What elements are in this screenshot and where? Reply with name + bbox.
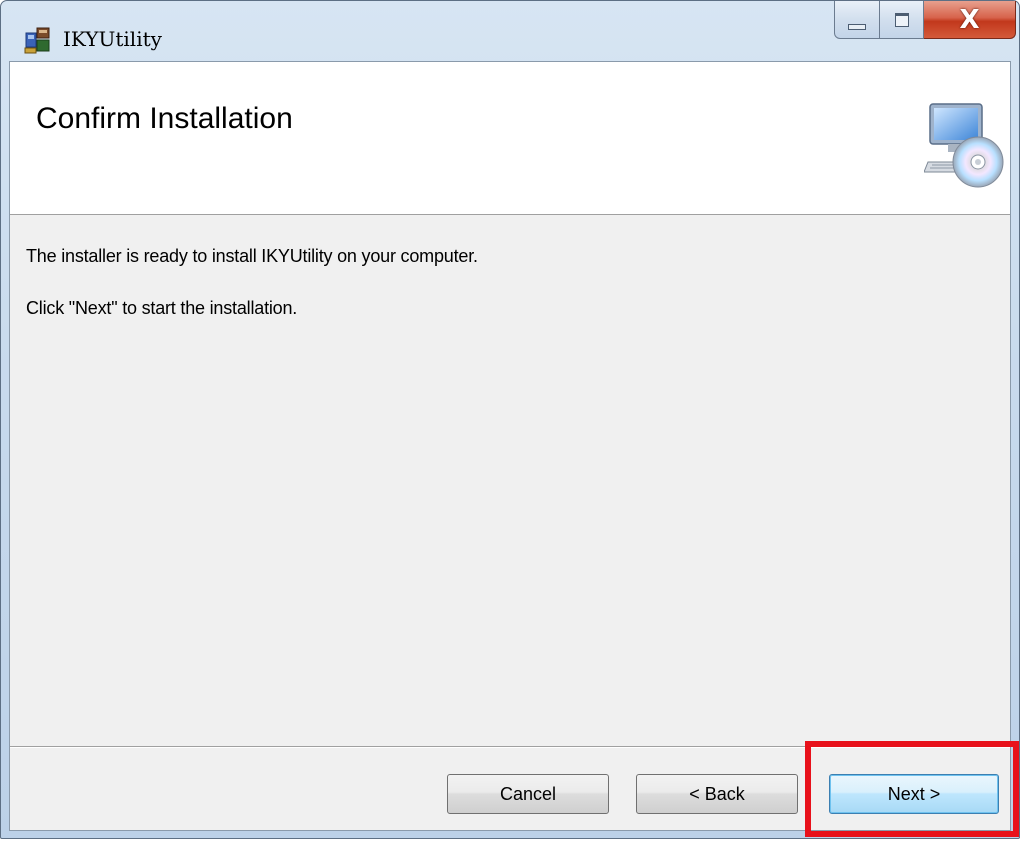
page-title: Confirm Installation bbox=[36, 102, 293, 135]
caption-buttons: X bbox=[834, 1, 1016, 43]
installer-window: IKYUtility X Confirm Installation The in… bbox=[0, 0, 1020, 839]
close-button[interactable]: X bbox=[924, 1, 1016, 39]
window-title: IKYUtility bbox=[63, 27, 162, 51]
ready-message: The installer is ready to install IKYUti… bbox=[26, 246, 478, 266]
computer-cd-icon bbox=[923, 100, 1004, 190]
dialog-client-area: Confirm Installation The installer is re… bbox=[9, 61, 1011, 831]
maximize-icon bbox=[894, 12, 909, 27]
next-button[interactable]: Next > bbox=[829, 774, 999, 814]
close-icon: X bbox=[959, 4, 980, 35]
installer-icon bbox=[23, 25, 53, 55]
maximize-button[interactable] bbox=[880, 1, 924, 39]
footer-divider bbox=[10, 746, 1010, 748]
title-bar[interactable]: IKYUtility X bbox=[1, 1, 1019, 61]
cancel-button[interactable]: Cancel bbox=[447, 774, 609, 814]
dialog-header: Confirm Installation bbox=[10, 62, 1010, 215]
minimize-icon bbox=[848, 23, 866, 30]
instruction-message: Click "Next" to start the installation. bbox=[26, 298, 298, 318]
back-button[interactable]: < Back bbox=[636, 774, 798, 814]
minimize-button[interactable] bbox=[834, 1, 880, 39]
